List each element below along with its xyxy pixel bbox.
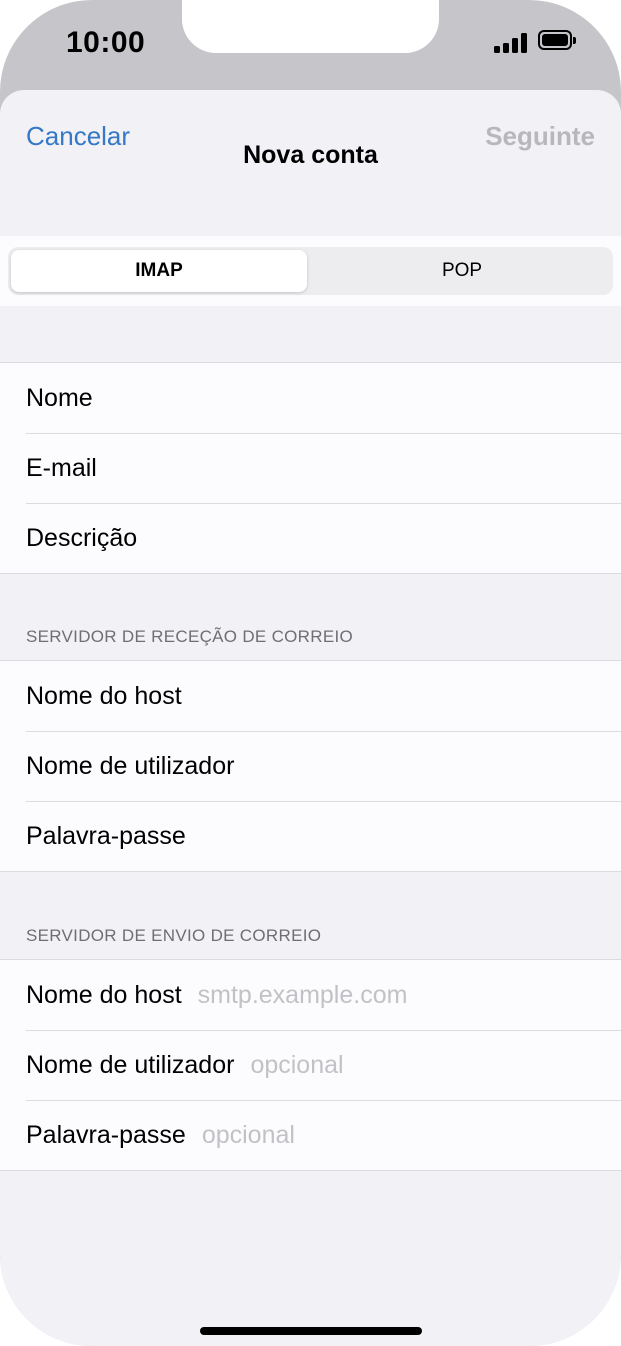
next-button[interactable]: Seguinte (485, 121, 595, 152)
field-placeholder: smtp.example.com (197, 980, 408, 1009)
account-group: Nome E-mail Descrição (0, 362, 621, 574)
email-field[interactable]: E-mail (0, 433, 621, 503)
field-label: E-mail (26, 453, 97, 482)
field-label: Nome do host (26, 681, 182, 710)
incoming-password-field[interactable]: Palavra-passe (0, 801, 621, 871)
battery-icon (538, 30, 576, 50)
field-label: Palavra-passe (26, 821, 186, 850)
field-label: Nome do host (26, 980, 182, 1009)
field-label: Descrição (26, 523, 138, 552)
status-time: 10:00 (66, 26, 146, 59)
status-bar: 10:00 (0, 0, 621, 90)
incoming-username-field[interactable]: Nome de utilizador (0, 731, 621, 801)
signal-icon (494, 33, 528, 53)
incoming-host-field[interactable]: Nome do host (0, 661, 621, 731)
home-indicator[interactable] (200, 1327, 422, 1335)
field-label: Palavra-passe (26, 1120, 186, 1149)
account-type-segmented-control: IMAP POP (8, 247, 613, 295)
outgoing-username-field[interactable]: Nome de utilizador opcional (0, 1030, 621, 1100)
field-label: Nome de utilizador (26, 751, 235, 780)
new-account-sheet: Cancelar Nova conta Seguinte IMAP POP No… (0, 90, 621, 1346)
field-placeholder: opcional (201, 1120, 295, 1149)
navigation-bar: Cancelar Nova conta Seguinte (0, 90, 621, 236)
segment-imap[interactable]: IMAP (11, 250, 307, 292)
name-field[interactable]: Nome (0, 363, 621, 433)
field-placeholder: opcional (250, 1050, 344, 1079)
outgoing-host-field[interactable]: Nome do host smtp.example.com (0, 960, 621, 1030)
phone-frame: 10:00 Cancelar Nova conta Seguinte IMAP … (0, 0, 621, 1346)
outgoing-server-header: SERVIDOR DE ENVIO DE CORREIO (26, 926, 322, 945)
segment-pop[interactable]: POP (314, 250, 610, 292)
incoming-server-header: SERVIDOR DE RECEÇÃO DE CORREIO (26, 627, 354, 646)
outgoing-server-group: Nome do host smtp.example.com Nome de ut… (0, 959, 621, 1171)
incoming-server-group: Nome do host Nome de utilizador Palavra-… (0, 660, 621, 872)
notch (182, 0, 439, 53)
field-label: Nome de utilizador (26, 1050, 235, 1079)
field-label: Nome (26, 383, 93, 412)
segment-band: IMAP POP (0, 236, 621, 306)
description-field[interactable]: Descrição (0, 503, 621, 573)
outgoing-password-field[interactable]: Palavra-passe opcional (0, 1100, 621, 1170)
